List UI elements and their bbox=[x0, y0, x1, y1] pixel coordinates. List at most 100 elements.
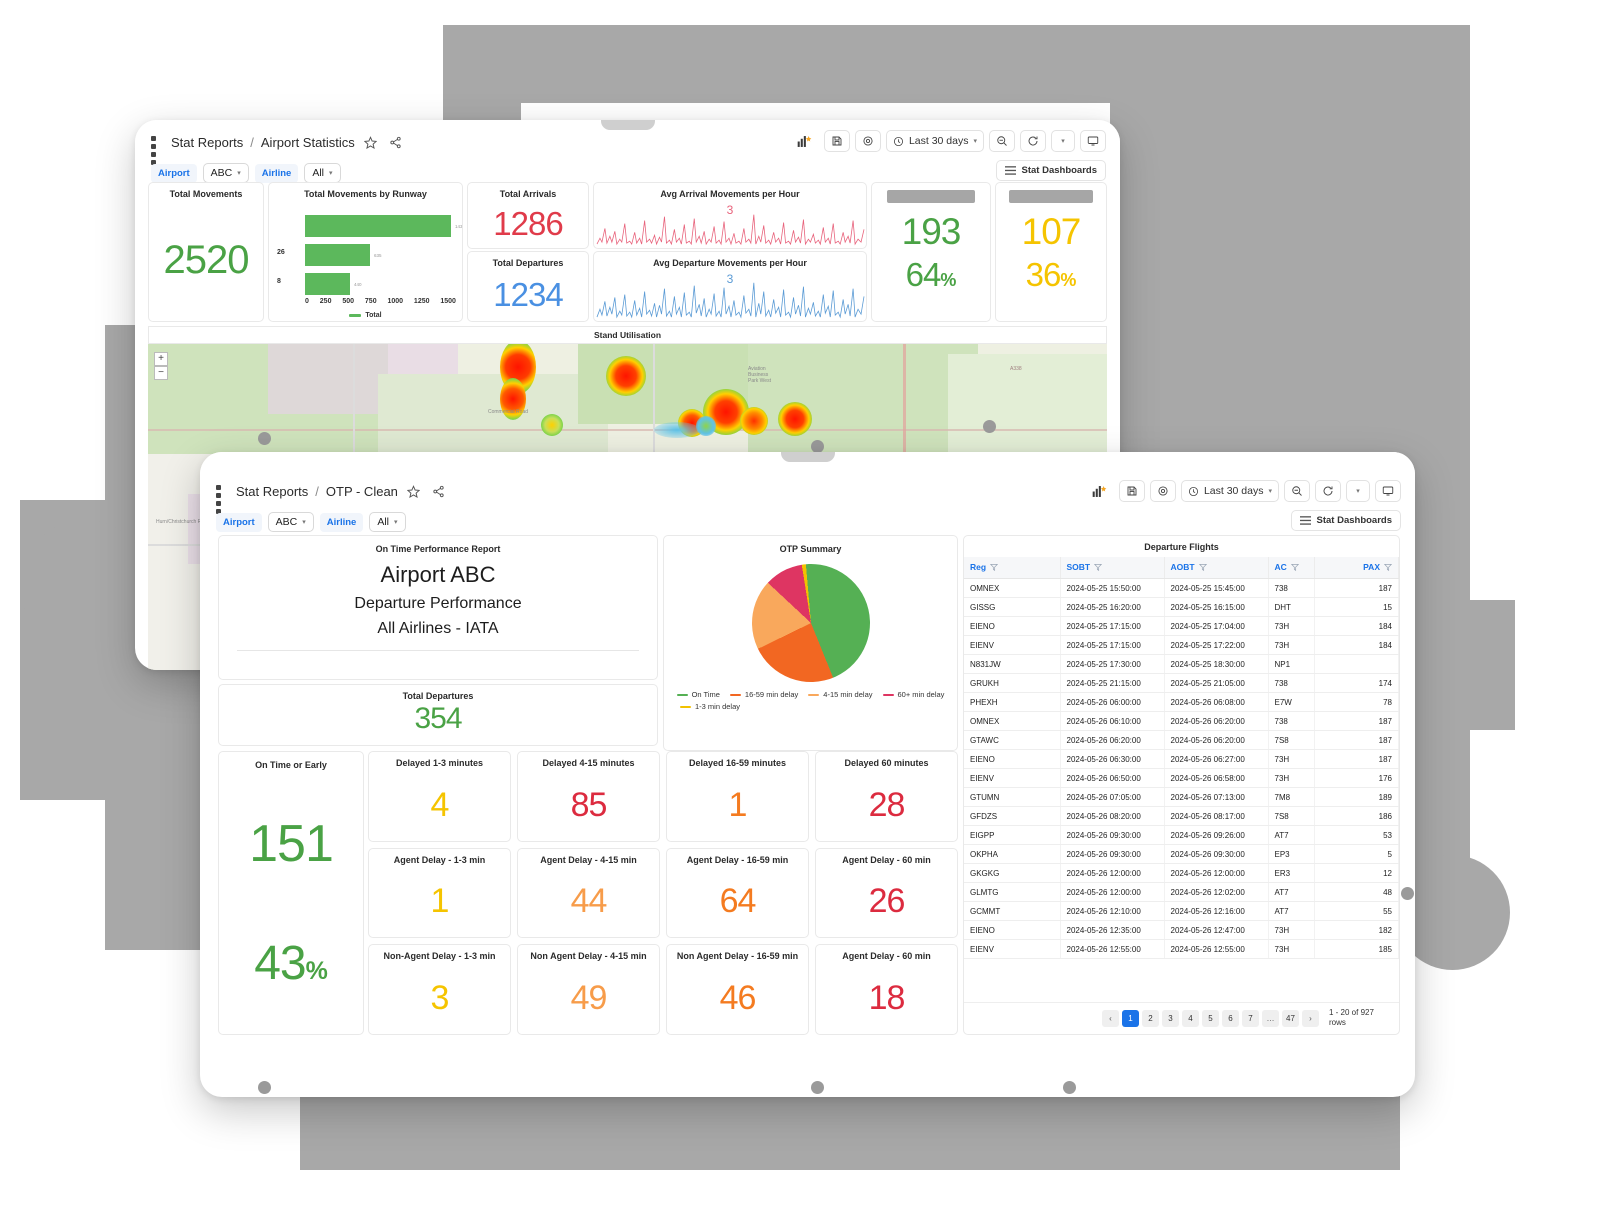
save-icon[interactable] bbox=[1118, 480, 1145, 502]
filter-funnel-icon[interactable] bbox=[1383, 563, 1393, 573]
map-zoom-in-button[interactable]: + bbox=[154, 352, 168, 366]
map-zoom-out-button[interactable]: − bbox=[154, 366, 168, 380]
table-row[interactable]: GTAWC 2024-05-26 06:20:00 2024-05-26 06:20… bbox=[964, 730, 1399, 750]
column-header-pax[interactable]: PAX bbox=[1314, 557, 1399, 579]
metric-card: Delayed 60 minutes 28 bbox=[815, 751, 958, 842]
date-range-value: Last 30 days bbox=[908, 135, 969, 147]
refresh-icon[interactable] bbox=[1020, 130, 1046, 152]
table-row[interactable]: EIENV 2024-05-26 06:50:00 2024-05-26 06:58… bbox=[964, 768, 1399, 788]
table-row[interactable]: GCMMT 2024-05-26 12:10:00 2024-05-26 12:16… bbox=[964, 901, 1399, 921]
map-label: A338 bbox=[1010, 366, 1022, 372]
breadcrumb-separator: / bbox=[250, 134, 254, 150]
pagination-page-1[interactable]: 1 bbox=[1122, 1009, 1139, 1027]
apps-grid-icon[interactable] bbox=[151, 135, 164, 165]
share-icon[interactable] bbox=[387, 133, 405, 151]
star-icon[interactable] bbox=[405, 482, 423, 500]
table-row[interactable]: EIGPP 2024-05-26 09:30:00 2024-05-26 09:26… bbox=[964, 825, 1399, 845]
table-row[interactable]: EIENO 2024-05-25 17:15:00 2024-05-25 17:04… bbox=[964, 616, 1399, 636]
refresh-options-caret[interactable]: ▾ bbox=[1346, 480, 1370, 502]
table-cell: 2024-05-26 06:30:00 bbox=[1060, 749, 1165, 769]
pagination-page-4[interactable]: 4 bbox=[1182, 1009, 1199, 1027]
filter-select-airport[interactable]: ABC ▾ bbox=[202, 163, 249, 183]
table-row[interactable]: EIENV 2024-05-25 17:15:00 2024-05-25 17:22… bbox=[964, 635, 1399, 655]
settings-icon[interactable] bbox=[1149, 480, 1176, 502]
settings-icon[interactable] bbox=[854, 130, 881, 152]
table-row[interactable]: OKPHA 2024-05-26 09:30:00 2024-05-26 09:30… bbox=[964, 844, 1399, 864]
filter-select-airline[interactable]: All ▾ bbox=[304, 163, 341, 183]
table-row[interactable]: EIENO 2024-05-26 06:30:00 2024-05-26 06:27… bbox=[964, 749, 1399, 769]
table-cell: 73H bbox=[1268, 939, 1315, 959]
filter-funnel-icon[interactable] bbox=[989, 563, 999, 573]
zoom-out-icon[interactable] bbox=[989, 130, 1015, 152]
refresh-icon[interactable] bbox=[1315, 480, 1341, 502]
table-row[interactable]: GTUMN 2024-05-26 07:05:00 2024-05-26 07:13… bbox=[964, 787, 1399, 807]
filter-funnel-icon[interactable] bbox=[1093, 563, 1103, 573]
pagination-prev[interactable]: ‹ bbox=[1102, 1009, 1119, 1027]
list-icon bbox=[1299, 516, 1311, 525]
table-row[interactable]: OMNEX 2024-05-26 06:10:00 2024-05-26 06:20… bbox=[964, 711, 1399, 731]
pagination-page-last[interactable]: 47 bbox=[1282, 1009, 1299, 1027]
x-tick: 750 bbox=[364, 298, 377, 305]
legend-label: 4-15 min delay bbox=[823, 690, 873, 700]
zoom-out-icon[interactable] bbox=[1284, 480, 1310, 502]
legend-item[interactable]: 4-15 min delay bbox=[808, 690, 873, 700]
monitor-icon[interactable] bbox=[1080, 130, 1106, 152]
table-row[interactable]: GISSG 2024-05-25 16:20:00 2024-05-25 16:15… bbox=[964, 597, 1399, 617]
date-range-picker[interactable]: Last 30 days ▾ bbox=[1180, 480, 1279, 502]
table-cell: OKPHA bbox=[964, 844, 1061, 864]
table-row[interactable]: EIENV 2024-05-26 12:55:00 2024-05-26 12:55… bbox=[964, 939, 1399, 959]
date-range-picker[interactable]: Last 30 days ▾ bbox=[885, 130, 984, 152]
stat-dashboards-label: Stat Dashboards bbox=[1021, 165, 1098, 176]
flights-table-scroll[interactable]: Reg SOBT AOBT AC PAX OMNEX 2024-05-25 15:… bbox=[964, 557, 1399, 1002]
pagination-ellipsis[interactable]: … bbox=[1262, 1009, 1279, 1027]
map-zoom-controls[interactable]: + − bbox=[154, 352, 168, 380]
table-row[interactable]: GRUKH 2024-05-25 21:15:00 2024-05-25 21:05… bbox=[964, 673, 1399, 693]
table-cell: 78 bbox=[1314, 692, 1399, 712]
table-cell: 2024-05-25 15:45:00 bbox=[1164, 578, 1269, 598]
report-divider bbox=[236, 650, 640, 652]
filter-select-airline[interactable]: All ▾ bbox=[369, 512, 406, 532]
stat-dashboards-button[interactable]: Stat Dashboards bbox=[995, 160, 1106, 181]
pagination-page-6[interactable]: 6 bbox=[1222, 1009, 1239, 1027]
legend-item[interactable]: 60+ min delay bbox=[882, 690, 944, 699]
legend-item[interactable]: 1-3 min delay bbox=[672, 702, 949, 711]
stat-yellow-value: 107 bbox=[1021, 211, 1082, 252]
pagination-page-3[interactable]: 3 bbox=[1162, 1009, 1179, 1027]
legend-item[interactable]: 16-59 min delay bbox=[729, 690, 798, 699]
breadcrumb-root[interactable]: Stat Reports bbox=[236, 484, 308, 499]
save-icon[interactable] bbox=[823, 130, 850, 152]
card-total-departures: Total Departures 1234 bbox=[467, 251, 589, 322]
column-header-aobt[interactable]: AOBT bbox=[1164, 557, 1269, 579]
chart-add-icon[interactable] bbox=[789, 130, 819, 152]
monitor-icon[interactable] bbox=[1375, 480, 1401, 502]
table-row[interactable]: GKGKG 2024-05-26 12:00:00 2024-05-26 12:00… bbox=[964, 863, 1399, 883]
table-row[interactable]: OMNEX 2024-05-25 15:50:00 2024-05-25 15:45… bbox=[964, 578, 1399, 598]
table-row[interactable]: GFDZS 2024-05-26 08:20:00 2024-05-26 08:17… bbox=[964, 806, 1399, 826]
apps-grid-icon[interactable] bbox=[216, 484, 229, 514]
column-header-reg[interactable]: Reg bbox=[964, 557, 1061, 579]
stat-dashboards-button[interactable]: Stat Dashboards bbox=[1290, 510, 1401, 531]
table-row[interactable]: N831JW 2024-05-25 17:30:00 2024-05-25 18:3… bbox=[964, 654, 1399, 674]
filter-funnel-icon[interactable] bbox=[1198, 563, 1207, 573]
column-header-ac[interactable]: AC bbox=[1268, 557, 1315, 579]
star-icon[interactable] bbox=[362, 133, 380, 151]
table-row[interactable]: GLMTG 2024-05-26 12:00:00 2024-05-26 12:02… bbox=[964, 882, 1399, 902]
pagination-page-2[interactable]: 2 bbox=[1142, 1009, 1159, 1027]
x-tick: 250 bbox=[319, 298, 332, 305]
refresh-options-caret[interactable]: ▾ bbox=[1051, 130, 1075, 152]
table-cell: E7W bbox=[1268, 692, 1315, 712]
chart-add-icon[interactable] bbox=[1084, 480, 1114, 502]
filter-select-airport[interactable]: ABC ▾ bbox=[267, 512, 314, 532]
share-icon[interactable] bbox=[430, 482, 448, 500]
table-row[interactable]: PHEXH 2024-05-26 06:00:00 2024-05-26 06:08… bbox=[964, 692, 1399, 712]
filter-funnel-icon[interactable] bbox=[1290, 563, 1299, 573]
legend-item[interactable]: On Time bbox=[676, 690, 720, 699]
card-avg-arrival-per-hour: Avg Arrival Movements per Hour 3 bbox=[593, 182, 867, 249]
column-header-sobt[interactable]: SOBT bbox=[1060, 557, 1165, 579]
breadcrumb-root[interactable]: Stat Reports bbox=[171, 135, 243, 150]
pagination-next[interactable]: › bbox=[1302, 1009, 1319, 1027]
pagination-page-5[interactable]: 5 bbox=[1202, 1009, 1219, 1027]
table-row[interactable]: EIENO 2024-05-26 12:35:00 2024-05-26 12:47… bbox=[964, 920, 1399, 940]
pagination-page-7[interactable]: 7 bbox=[1242, 1009, 1259, 1027]
bar-runway-0 bbox=[305, 215, 451, 237]
